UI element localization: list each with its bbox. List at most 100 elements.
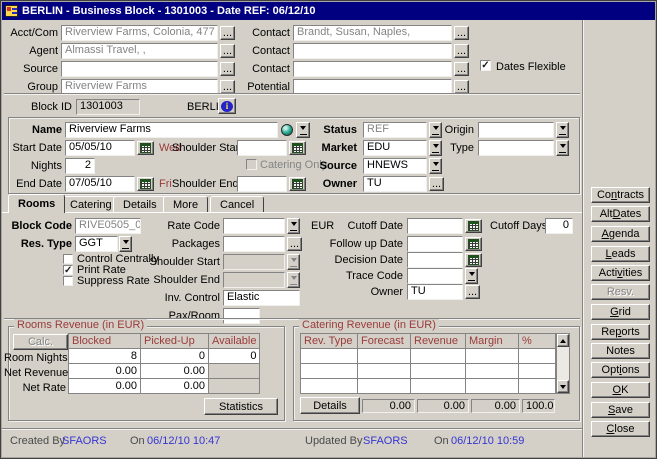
table-row: 0.00 0.00 bbox=[69, 364, 260, 379]
acct-com-lov-button[interactable]: ... bbox=[220, 26, 235, 40]
status-field: REF bbox=[363, 122, 427, 138]
follow-up-date-calendar-button[interactable] bbox=[465, 237, 482, 251]
market-field[interactable]: EDU bbox=[363, 140, 427, 156]
chevron-down-icon bbox=[560, 385, 566, 392]
name-label: Name bbox=[8, 122, 62, 138]
column-header-revenue: Revenue bbox=[411, 334, 466, 349]
name-field[interactable]: Riverview Farms bbox=[65, 122, 278, 138]
statistics-button[interactable]: Statistics bbox=[204, 398, 278, 415]
calendar-icon bbox=[468, 255, 479, 265]
rooms-shoulder-start-field bbox=[223, 254, 285, 270]
print-rate-checkbox[interactable]: ✓ bbox=[63, 265, 73, 275]
column-header-margin: Margin bbox=[466, 334, 519, 349]
potential-lov-button[interactable]: ... bbox=[454, 80, 469, 94]
trace-code-field[interactable] bbox=[407, 268, 463, 284]
tab-cancel[interactable]: Cancel bbox=[210, 196, 264, 212]
rate-code-label: Rate Code bbox=[120, 218, 220, 234]
save-button[interactable]: Save bbox=[591, 402, 650, 418]
details-button[interactable]: Details bbox=[300, 397, 360, 414]
res-type-field[interactable]: GGT bbox=[75, 236, 118, 252]
title-bar[interactable]: BERLIN - Business Block - 1301003 - Date… bbox=[2, 2, 655, 20]
column-header-picked-up: Picked-Up bbox=[141, 334, 209, 349]
close-button[interactable]: Close bbox=[591, 421, 650, 437]
scroll-up-button[interactable] bbox=[557, 334, 569, 347]
rooms-shoulder-end-field bbox=[223, 272, 285, 288]
rooms-shoulder-start-label: Shoulder Start bbox=[120, 254, 220, 270]
contact2-lov-button[interactable]: ... bbox=[454, 44, 469, 58]
pax-room-field[interactable] bbox=[223, 308, 260, 324]
group-lov-button[interactable]: ... bbox=[220, 80, 235, 94]
start-date-field[interactable]: 05/05/10 bbox=[65, 140, 135, 156]
notes-button[interactable]: Notes bbox=[591, 343, 650, 359]
origin-field[interactable] bbox=[478, 122, 554, 138]
source-field[interactable] bbox=[61, 61, 218, 77]
tab-details[interactable]: Details bbox=[113, 196, 167, 212]
table-row: 8 0 0 bbox=[69, 349, 260, 364]
type-field[interactable] bbox=[478, 140, 554, 156]
tab-more[interactable]: More bbox=[163, 196, 208, 212]
leads-button[interactable]: Leads bbox=[591, 246, 650, 262]
options-button[interactable]: Options bbox=[591, 362, 650, 378]
contact1-lov-button[interactable]: ... bbox=[454, 26, 469, 40]
contact3-field[interactable] bbox=[293, 61, 452, 77]
alt-dates-button[interactable]: Alt Dates bbox=[591, 206, 650, 222]
rooms-owner-lov-button[interactable]: ... bbox=[465, 285, 480, 299]
source-list-button[interactable] bbox=[429, 158, 442, 174]
contact3-lov-button[interactable]: ... bbox=[454, 62, 469, 76]
contact2-field[interactable] bbox=[293, 43, 452, 59]
tab-rooms[interactable]: Rooms bbox=[8, 194, 65, 213]
packages-field[interactable] bbox=[223, 236, 285, 252]
agenda-button[interactable]: Agenda bbox=[591, 226, 650, 242]
net-revenue-blocked: 0.00 bbox=[69, 364, 141, 379]
end-date-field[interactable]: 07/05/10 bbox=[65, 176, 135, 192]
cutoff-days-field[interactable]: 0 bbox=[545, 218, 573, 234]
calendar-icon bbox=[140, 179, 151, 189]
market-label: Market bbox=[305, 140, 357, 156]
activities-button[interactable]: Activities bbox=[591, 265, 650, 281]
poplist-icon bbox=[290, 276, 297, 285]
globe-icon[interactable] bbox=[281, 124, 293, 136]
shoulder-start-field[interactable] bbox=[237, 140, 287, 156]
rooms-owner-field[interactable]: TU bbox=[407, 284, 463, 300]
ok-button[interactable]: OK bbox=[591, 382, 650, 398]
grid-button[interactable]: Grid bbox=[591, 304, 650, 320]
dates-flexible-checkbox[interactable]: ✓ bbox=[480, 60, 491, 71]
origin-list-button[interactable] bbox=[556, 122, 569, 138]
follow-up-date-field[interactable] bbox=[407, 236, 463, 252]
source-lov-button[interactable]: ... bbox=[220, 62, 235, 76]
shoulder-end-field[interactable] bbox=[237, 176, 287, 192]
catering-table-scrollbar[interactable] bbox=[556, 333, 570, 394]
agent-lov-button[interactable]: ... bbox=[220, 44, 235, 58]
nights-field[interactable]: 2 bbox=[65, 158, 95, 174]
reports-button[interactable]: Reports bbox=[591, 324, 650, 340]
rate-code-list-button[interactable] bbox=[287, 218, 300, 234]
control-centrally-checkbox[interactable] bbox=[63, 254, 73, 264]
suppress-rate-checkbox[interactable] bbox=[63, 276, 73, 286]
shoulder-end-calendar-button[interactable] bbox=[289, 177, 306, 191]
updated-by-label: Updated By bbox=[305, 434, 362, 448]
end-date-calendar-button[interactable] bbox=[137, 177, 154, 191]
business-block-window: BERLIN - Business Block - 1301003 - Date… bbox=[0, 0, 657, 459]
contact1-field: Brandt, Susan, Naples, bbox=[293, 25, 452, 41]
start-date-calendar-button[interactable] bbox=[137, 141, 154, 155]
cutoff-date-field[interactable] bbox=[407, 218, 463, 234]
type-list-button[interactable] bbox=[556, 140, 569, 156]
inv-control-combobox[interactable]: Elastic bbox=[223, 290, 300, 306]
packages-lov-button[interactable]: ... bbox=[287, 237, 302, 251]
cutoff-date-calendar-button[interactable] bbox=[465, 219, 482, 233]
trace-code-list-button[interactable] bbox=[465, 268, 478, 284]
owner-field[interactable]: TU bbox=[363, 176, 427, 192]
created-on-value: 06/12/10 10:47 bbox=[147, 434, 220, 448]
decision-date-calendar-button[interactable] bbox=[465, 253, 482, 267]
decision-date-field[interactable] bbox=[407, 252, 463, 268]
rooms-shoulder-end-list-button bbox=[287, 272, 300, 288]
scroll-down-button[interactable] bbox=[557, 380, 569, 393]
contracts-button[interactable]: Contracts bbox=[591, 187, 650, 203]
shoulder-start-calendar-button[interactable] bbox=[289, 141, 306, 155]
rate-code-field[interactable] bbox=[223, 218, 285, 234]
agent-field: Almassi Travel, , bbox=[61, 43, 218, 59]
source-code-field[interactable]: HNEWS bbox=[363, 158, 427, 174]
owner-lov-button[interactable]: ... bbox=[429, 177, 444, 191]
property-info-button[interactable]: i bbox=[218, 98, 236, 114]
empty-cell bbox=[411, 349, 466, 364]
